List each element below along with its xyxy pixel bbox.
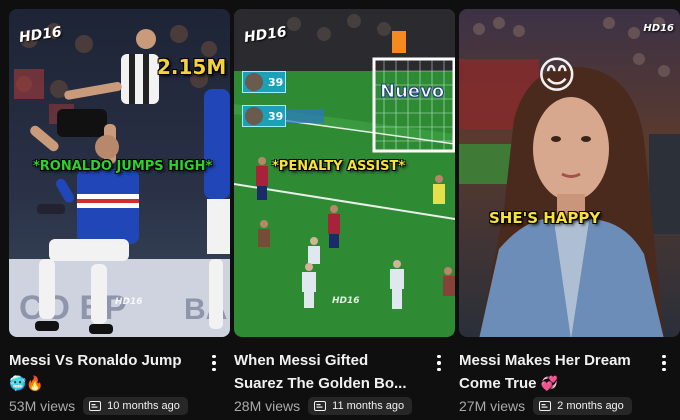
more-vert-icon	[212, 354, 216, 359]
video-title[interactable]: When Messi Gifted Suarez The Golden Bo..…	[234, 349, 424, 395]
more-options-button[interactable]	[658, 351, 670, 375]
video-title[interactable]: Messi Makes Her Dream Come True 💞	[459, 349, 649, 395]
upload-date-chip: 10 months ago	[83, 397, 188, 415]
video-meta: 53M views 10 months ago	[9, 397, 230, 415]
view-count: 28M views	[234, 398, 301, 414]
svg-text:Nuevo: Nuevo	[380, 81, 444, 102]
overlay-caption: *PENALTY ASSIST*	[272, 159, 406, 174]
svg-text:CO BP: CO BP	[19, 289, 127, 327]
shorts-chip-icon	[314, 401, 327, 411]
video-info-2: When Messi Gifted Suarez The Golden Bo..…	[234, 337, 455, 415]
player-avatar	[245, 107, 263, 125]
video-meta: 27M views 2 months ago	[459, 397, 680, 415]
view-count: 27M views	[459, 398, 526, 414]
video-title[interactable]: Messi Vs Ronaldo Jump 🥶🔥	[9, 349, 199, 395]
more-options-button[interactable]	[208, 351, 220, 375]
channel-logo: HD16	[643, 23, 674, 34]
score-badge-1: 39	[242, 71, 286, 93]
view-count: 53M views	[9, 398, 76, 414]
overlay-stat: 2.15M	[157, 55, 227, 79]
video-thumbnail-1[interactable]: CO BP BA HD16 2.15M *RONALDO JUMPS HIGH*…	[9, 9, 230, 337]
upload-age: 2 months ago	[557, 400, 624, 412]
upload-age: 11 months ago	[332, 400, 405, 412]
score-badge-2: 39	[242, 105, 286, 127]
upload-date-chip: 11 months ago	[308, 397, 413, 415]
watermark: HD16	[115, 297, 143, 307]
more-vert-icon	[437, 354, 441, 359]
video-grid: CO BP BA HD16 2.15M *RONALDO JUMPS HIGH*…	[9, 9, 680, 415]
player-avatar	[245, 73, 263, 91]
video-info-1: Messi Vs Ronaldo Jump 🥶🔥 53M views 10 mo…	[9, 337, 230, 415]
video-thumbnail-3[interactable]: HD16 😊 SHE'S HAPPY	[459, 9, 680, 337]
watermark: HD16	[332, 296, 360, 306]
more-vert-icon	[662, 354, 666, 359]
video-card-2[interactable]: Nuevo HD16 39 39 *PENALTY ASSIST* HD16 W…	[234, 9, 455, 415]
title-emoji: 💞	[540, 375, 559, 391]
overlay-caption: SHE'S HAPPY	[489, 209, 601, 227]
video-thumbnail-2[interactable]: Nuevo HD16 39 39 *PENALTY ASSIST* HD16	[234, 9, 455, 337]
overlay-caption: *RONALDO JUMPS HIGH*	[33, 159, 213, 174]
video-info-3: Messi Makes Her Dream Come True 💞 27M vi…	[459, 337, 680, 415]
upload-date-chip: 2 months ago	[533, 397, 632, 415]
title-emoji: 🥶🔥	[9, 375, 44, 391]
video-meta: 28M views 11 months ago	[234, 397, 455, 415]
upload-age: 10 months ago	[107, 400, 180, 412]
smile-emoji-icon: 😊	[537, 53, 577, 97]
more-options-button[interactable]	[433, 351, 445, 375]
shorts-chip-icon	[539, 401, 552, 411]
video-card-1[interactable]: CO BP BA HD16 2.15M *RONALDO JUMPS HIGH*…	[9, 9, 230, 415]
video-card-3[interactable]: HD16 😊 SHE'S HAPPY Messi Makes Her Dream…	[459, 9, 680, 415]
shorts-chip-icon	[89, 401, 102, 411]
